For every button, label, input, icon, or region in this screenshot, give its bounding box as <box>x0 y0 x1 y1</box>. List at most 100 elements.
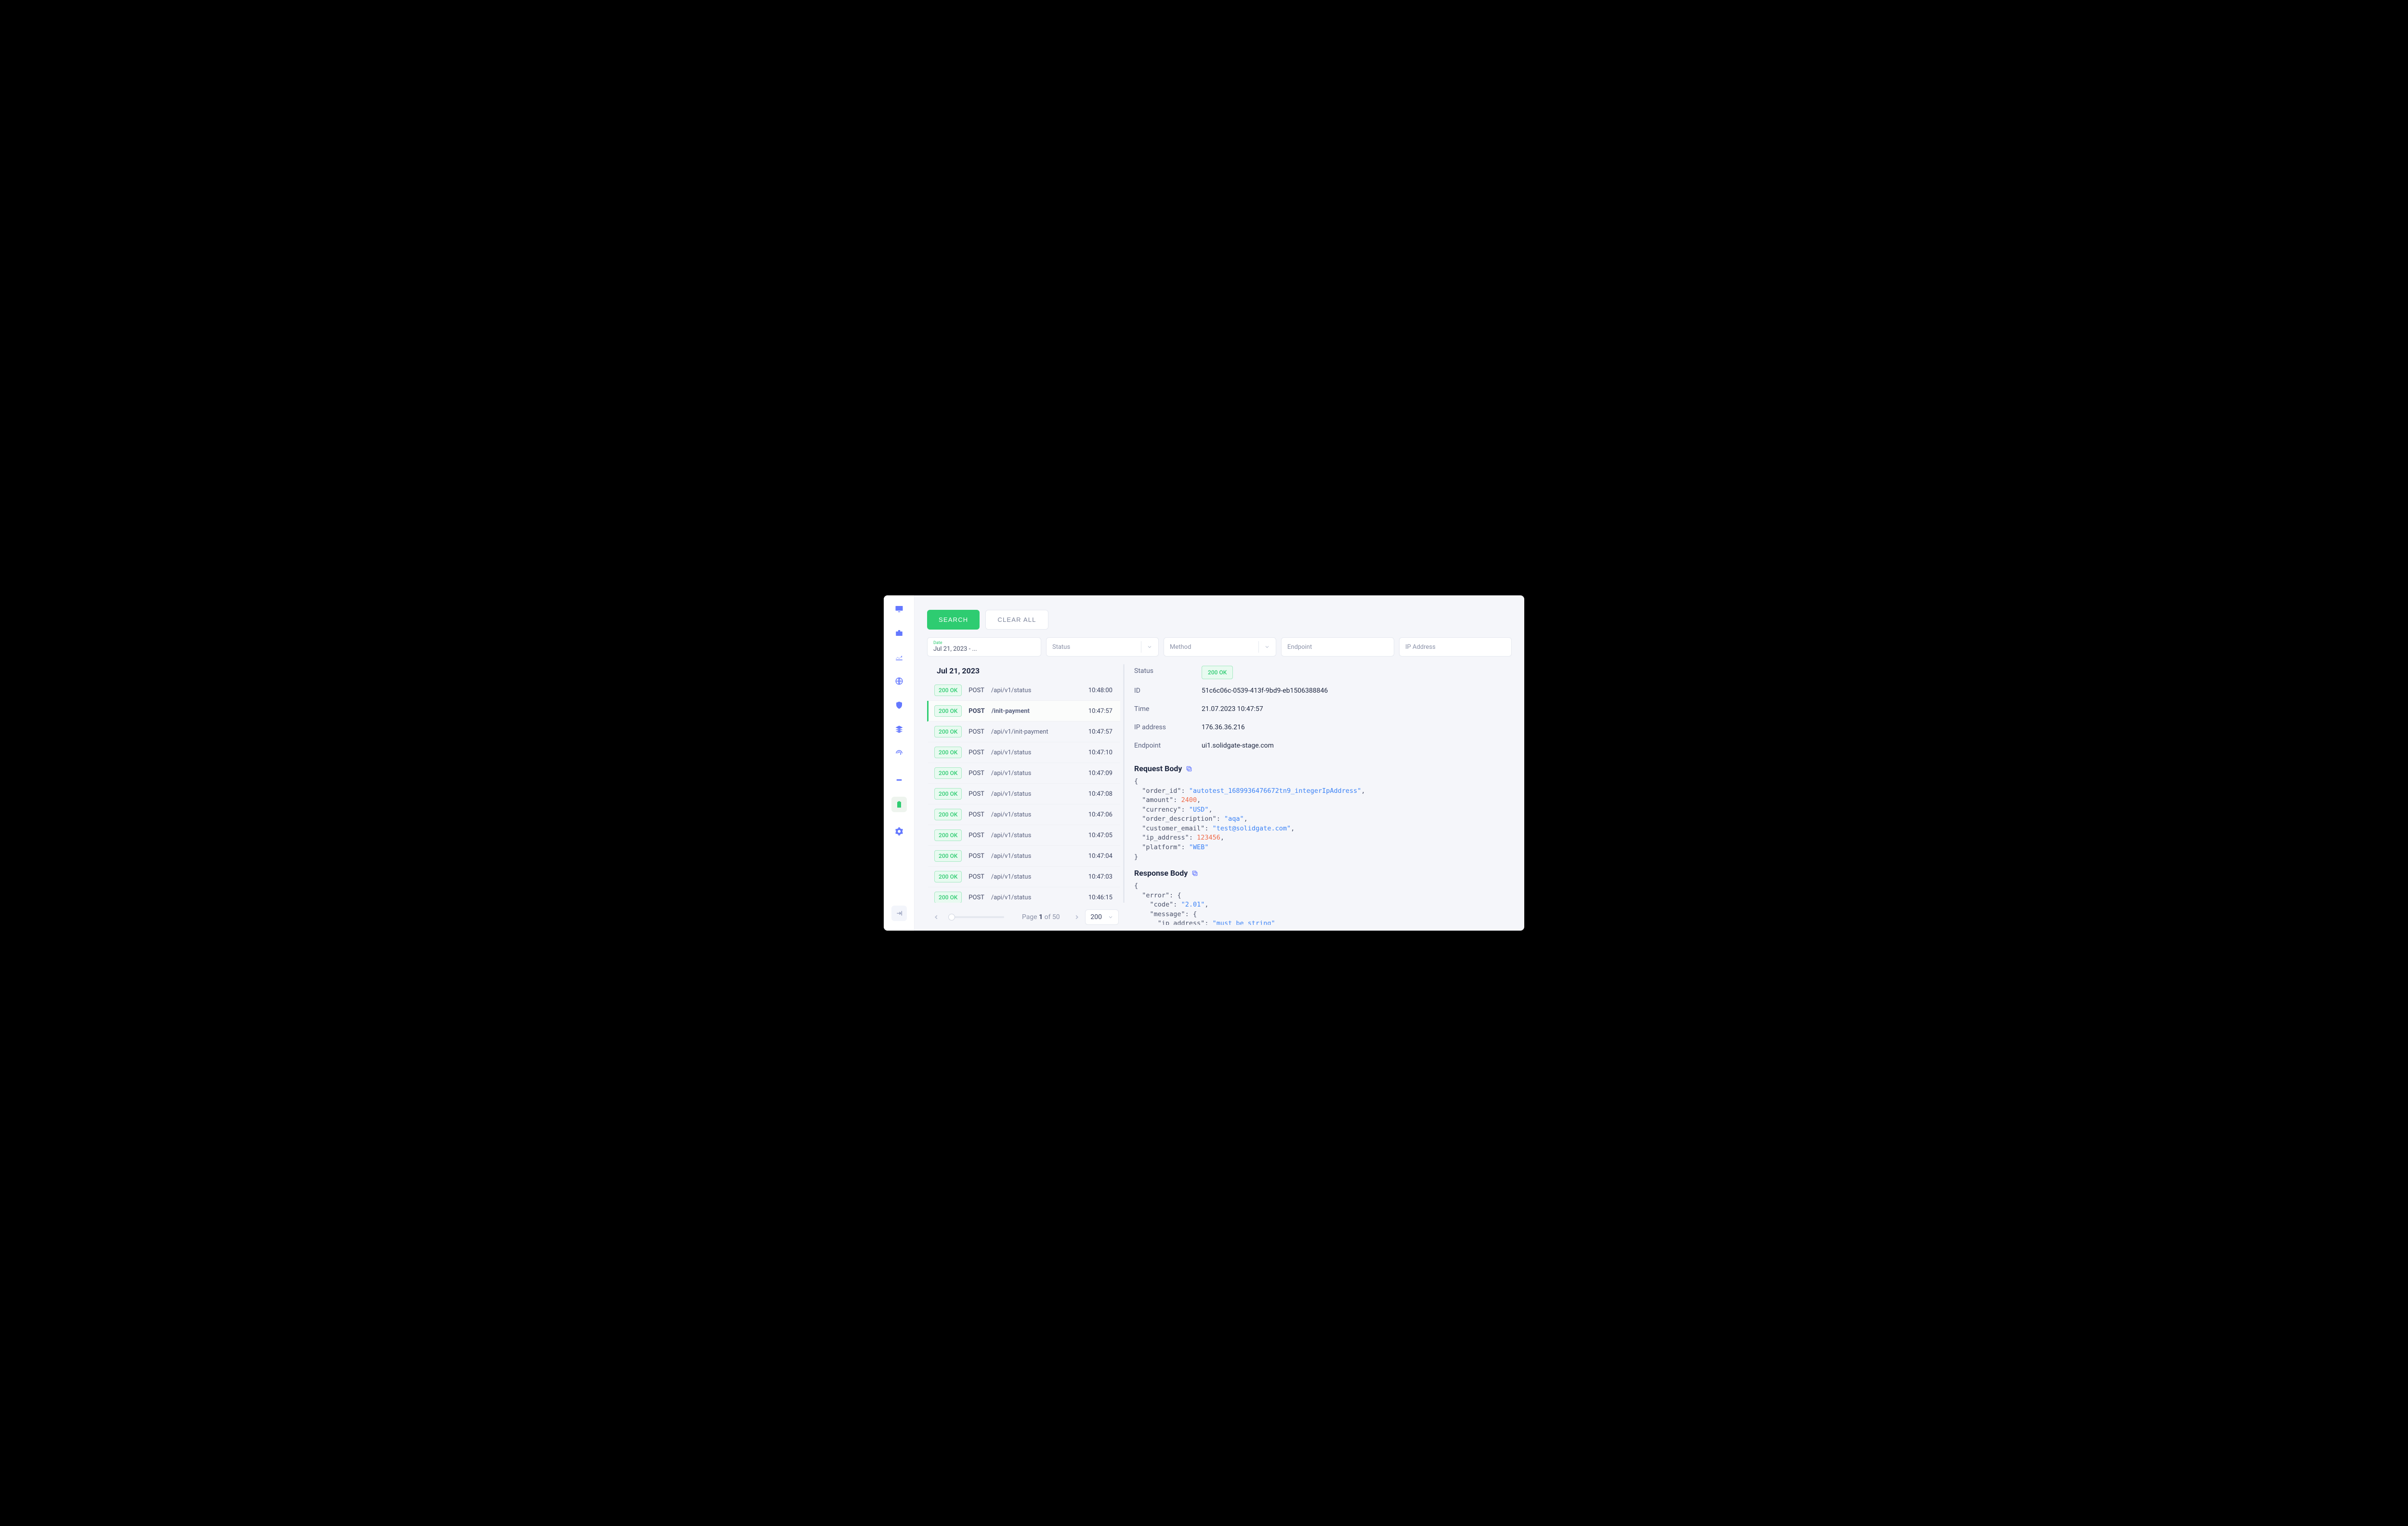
detail-endpoint-label: Endpoint <box>1134 742 1202 750</box>
log-time: 10:47:10 <box>1088 749 1112 756</box>
log-time: 10:47:05 <box>1088 832 1112 839</box>
request-body-title: Request Body <box>1134 764 1507 773</box>
action-bar: SEARCH CLEAR ALL <box>927 610 1512 630</box>
log-path: /api/v1/init-payment <box>991 728 1082 736</box>
search-button[interactable]: SEARCH <box>927 610 980 630</box>
log-time: 10:47:03 <box>1088 873 1112 881</box>
log-row[interactable]: 200 OK POST/api/v1/status 10:47:10 <box>927 742 1120 763</box>
log-path: /api/v1/status <box>991 873 1082 881</box>
detail-panel: Status 200 OK ID 51c6c06c-0539-413f-9bd9… <box>1134 664 1512 925</box>
detail-ip-label: IP address <box>1134 724 1202 731</box>
log-row[interactable]: 200 OKPOST/api/v1/status10:47:05 <box>927 825 1120 846</box>
copy-response-icon[interactable] <box>1191 870 1198 877</box>
briefcase-icon[interactable] <box>894 628 904 638</box>
status-filter[interactable]: Status <box>1046 637 1159 657</box>
log-time: 10:47:09 <box>1088 770 1112 777</box>
log-list[interactable]: Jul 21, 2023 200 OKPOST/api/v1/status10:… <box>927 664 1125 903</box>
pager-prev[interactable] <box>933 914 940 921</box>
log-time: 10:47:57 <box>1088 728 1112 736</box>
status-badge: 200 OK <box>934 809 962 820</box>
log-path: /api/v1/status <box>991 811 1082 818</box>
log-method: POST <box>968 728 984 736</box>
page-size-select[interactable]: 200 <box>1085 909 1119 925</box>
log-row[interactable]: 200 OK POST/api/v1/init-payment 10:47:57 <box>927 722 1120 742</box>
method-filter[interactable]: Method <box>1164 637 1276 657</box>
date-filter[interactable]: Date Jul 21, 2023 - ... <box>927 637 1041 657</box>
download-icon[interactable] <box>894 773 904 782</box>
chevron-down-icon <box>1258 641 1270 653</box>
content-area: Jul 21, 2023 200 OKPOST/api/v1/status10:… <box>927 664 1512 925</box>
shield-icon[interactable] <box>894 700 904 710</box>
log-row[interactable]: 200 OKPOST/api/v1/status10:47:03 <box>927 867 1120 887</box>
date-filter-label: Date <box>933 641 1035 645</box>
detail-endpoint-value: ui1.solidgate-stage.com <box>1202 742 1274 750</box>
status-badge: 200 OK <box>934 726 962 737</box>
response-body-title: Response Body <box>1134 868 1507 878</box>
detail-status-badge: 200 OK <box>1202 666 1233 679</box>
log-row[interactable]: 200 OKPOST/api/v1/status10:46:15 <box>927 887 1120 903</box>
collapse-icon[interactable] <box>891 906 907 921</box>
log-time: 10:47:08 <box>1088 790 1112 798</box>
pagination: Page 1 of 50 200 <box>927 903 1125 925</box>
endpoint-filter[interactable]: Endpoint <box>1281 637 1394 657</box>
status-badge: 200 OK <box>934 829 962 841</box>
log-path: /api/v1/status <box>991 687 1082 694</box>
gear-icon[interactable] <box>894 827 904 836</box>
analytics-icon[interactable] <box>894 652 904 662</box>
status-badge: 200 OK <box>934 788 962 800</box>
copy-request-icon[interactable] <box>1186 765 1192 772</box>
detail-time-label: Time <box>1134 705 1202 713</box>
status-badge: 200 OK <box>934 684 962 696</box>
log-row[interactable]: 200 OK POST/api/v1/status 10:47:08 <box>927 784 1120 804</box>
chevron-down-icon <box>1141 641 1152 653</box>
monitor-icon[interactable] <box>894 604 904 614</box>
status-filter-placeholder: Status <box>1052 644 1070 651</box>
status-badge: 200 OK <box>934 871 962 882</box>
log-row[interactable]: 200 OK POST/init-payment 10:47:57 <box>927 701 1120 722</box>
main-content: SEARCH CLEAR ALL Date Jul 21, 2023 - ...… <box>915 595 1524 931</box>
ip-filter-placeholder: IP Address <box>1405 644 1505 651</box>
log-row[interactable]: 200 OK POST/api/v1/status 10:47:06 <box>927 804 1120 825</box>
clipboard-icon[interactable] <box>891 797 907 812</box>
clear-all-button[interactable]: CLEAR ALL <box>985 610 1048 630</box>
date-filter-value: Jul 21, 2023 - ... <box>933 645 1035 653</box>
log-method: POST <box>968 708 984 715</box>
log-path: /api/v1/status <box>991 790 1082 798</box>
pager-next[interactable] <box>1073 914 1080 921</box>
detail-ip-value: 176.36.36.216 <box>1202 724 1245 731</box>
log-path: /init-payment <box>992 708 1082 715</box>
ip-filter[interactable]: IP Address <box>1399 637 1512 657</box>
globe-icon[interactable] <box>894 676 904 686</box>
layers-icon[interactable] <box>894 724 904 734</box>
log-method: POST <box>968 749 984 756</box>
log-method: POST <box>968 790 984 798</box>
pager-text: Page 1 of 50 <box>1013 913 1069 921</box>
log-panel: Jul 21, 2023 200 OKPOST/api/v1/status10:… <box>927 664 1125 925</box>
endpoint-filter-placeholder: Endpoint <box>1287 644 1388 651</box>
log-time: 10:47:06 <box>1088 811 1112 818</box>
log-method: POST <box>968 811 984 818</box>
log-path: /api/v1/status <box>991 832 1082 839</box>
filter-bar: Date Jul 21, 2023 - ... Status Method En… <box>927 637 1512 657</box>
pager-slider[interactable] <box>948 916 1004 918</box>
log-path: /api/v1/status <box>991 770 1082 777</box>
chevron-down-icon <box>1108 914 1113 920</box>
detail-id-value: 51c6c06c-0539-413f-9bd9-eb1506388846 <box>1202 687 1328 695</box>
log-method: POST <box>968 894 984 901</box>
status-badge: 200 OK <box>934 705 962 717</box>
status-badge: 200 OK <box>934 747 962 758</box>
log-time: 10:47:57 <box>1088 708 1112 715</box>
fingerprint-icon[interactable] <box>894 749 904 758</box>
log-path: /api/v1/status <box>991 749 1082 756</box>
log-row[interactable]: 200 OKPOST/api/v1/status10:47:09 <box>927 763 1120 784</box>
method-filter-placeholder: Method <box>1170 644 1191 651</box>
sidebar <box>884 595 915 931</box>
detail-time-value: 21.07.2023 10:47:57 <box>1202 705 1263 713</box>
log-method: POST <box>968 687 984 694</box>
log-method: POST <box>968 853 984 860</box>
detail-status-label: Status <box>1134 667 1202 676</box>
response-body-code: { "error": { "code": "2.01", "message": … <box>1134 881 1507 925</box>
log-row[interactable]: 200 OKPOST/api/v1/status10:47:04 <box>927 846 1120 867</box>
log-row[interactable]: 200 OKPOST/api/v1/status10:48:00 <box>927 680 1120 701</box>
status-badge: 200 OK <box>934 850 962 862</box>
